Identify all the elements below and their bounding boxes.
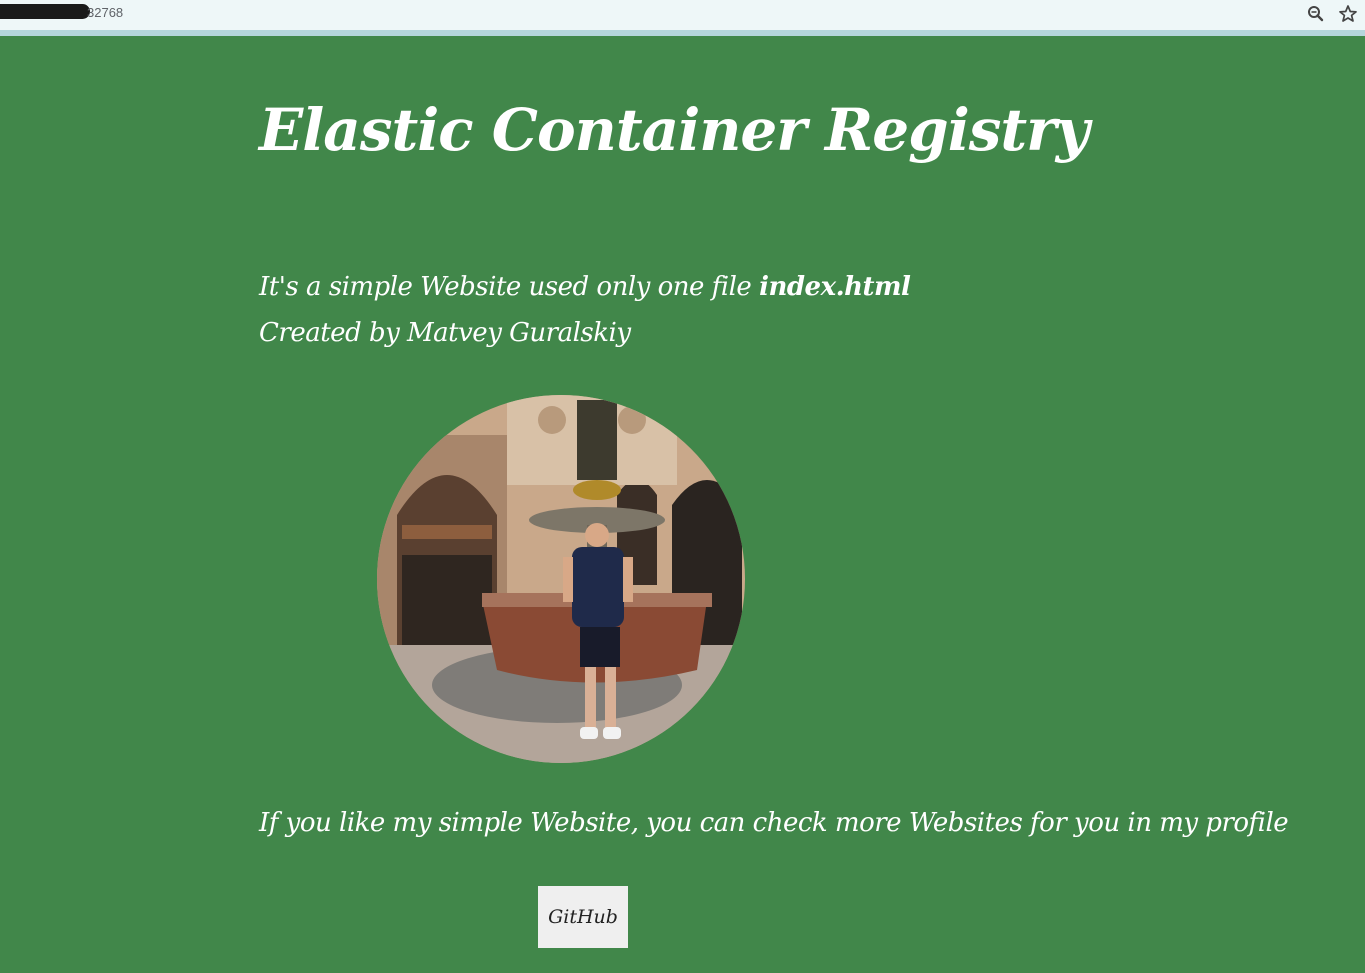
github-button[interactable]: GitHub: [538, 886, 628, 948]
browser-address-bar: 32768: [0, 0, 1365, 36]
url-text[interactable]: 32768: [87, 5, 123, 20]
intro-text: It's a simple Website used only one file…: [259, 272, 911, 302]
author-line: Created by Matvey Guralskiy: [259, 318, 631, 348]
intro-text-lead: It's a simple Website used only one file: [259, 272, 760, 302]
zoom-icon[interactable]: [1306, 4, 1326, 24]
star-icon[interactable]: [1338, 4, 1358, 24]
page-title: Elastic Container Registry: [259, 96, 1089, 164]
intro-file-name: index.html: [759, 272, 911, 302]
url-redaction: [0, 4, 90, 19]
profile-photo: [377, 395, 745, 763]
profile-text: If you like my simple Website, you can c…: [259, 808, 1289, 838]
